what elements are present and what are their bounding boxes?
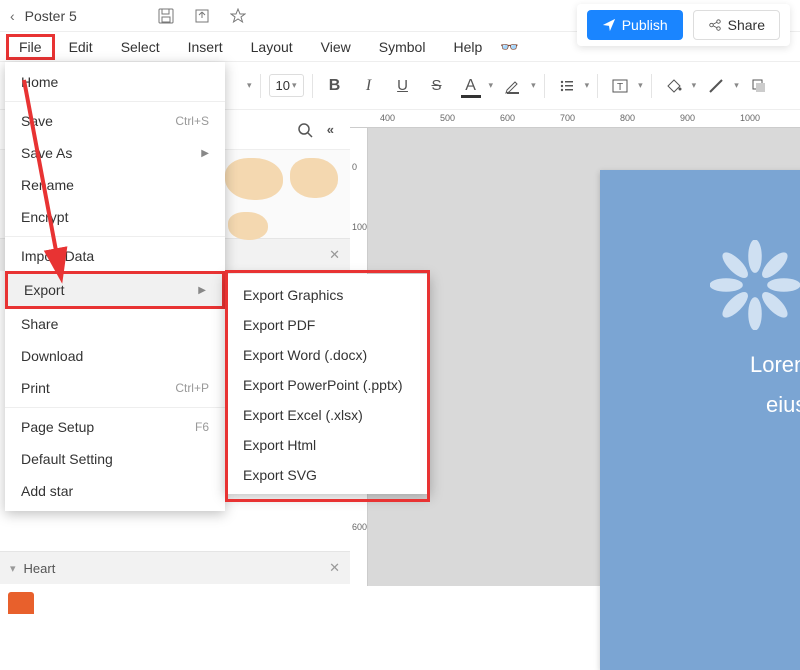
back-icon[interactable]: ‹ (10, 8, 15, 24)
file-home[interactable]: Home (5, 66, 225, 98)
bold-button[interactable]: B (321, 72, 349, 100)
export-quick-icon[interactable] (193, 7, 211, 25)
menu-insert[interactable]: Insert (174, 35, 237, 59)
close-icon[interactable]: ✕ (329, 560, 340, 576)
font-size-input[interactable]: 10▾ (269, 74, 304, 97)
page-canvas[interactable]: Loren eius (600, 170, 800, 670)
bullets-button[interactable] (553, 72, 581, 100)
shape-thumb[interactable] (8, 592, 34, 614)
menu-file[interactable]: File (6, 34, 55, 60)
separator (260, 74, 261, 98)
textbox-button[interactable]: T (606, 72, 634, 100)
file-add-star[interactable]: Add star (5, 475, 225, 507)
save-icon[interactable] (157, 7, 175, 25)
star-icon[interactable] (229, 7, 247, 25)
category-heart[interactable]: ▾ Heart ✕ (0, 551, 350, 584)
menu-symbol[interactable]: Symbol (365, 35, 440, 59)
menu-help[interactable]: Help (439, 35, 496, 59)
chevron-down-icon: ▾ (10, 562, 16, 575)
font-size-value: 10 (276, 78, 290, 93)
font-color-button[interactable]: A (457, 72, 485, 100)
close-icon[interactable]: ✕ (329, 247, 340, 263)
export-word[interactable]: Export Word (.docx) (225, 340, 430, 370)
publish-label: Publish (622, 17, 668, 33)
ruler-horizontal: 400 500 600 700 800 900 1000 (350, 110, 800, 128)
share-label: Share (728, 17, 765, 33)
fill-button[interactable] (660, 72, 688, 100)
search-icon[interactable] (297, 122, 313, 138)
document-title: Poster 5 (25, 8, 77, 24)
svg-text:T: T (617, 82, 623, 93)
italic-button[interactable]: I (355, 72, 383, 100)
export-submenu: Export Graphics Export PDF Export Word (… (225, 274, 430, 494)
share-button[interactable]: Share (693, 10, 780, 40)
menu-edit[interactable]: Edit (55, 35, 107, 59)
file-import-data[interactable]: Import Data (5, 240, 225, 272)
export-graphics[interactable]: Export Graphics (225, 280, 430, 310)
shadow-button[interactable] (745, 72, 773, 100)
binoculars-icon[interactable]: 👓 (500, 38, 519, 56)
file-share[interactable]: Share (5, 308, 225, 340)
strikethrough-button[interactable]: S (423, 72, 451, 100)
page-text: Loren eius (750, 345, 800, 424)
file-save[interactable]: SaveCtrl+S (5, 105, 225, 137)
file-save-as[interactable]: Save As▶ (5, 137, 225, 169)
menu-layout[interactable]: Layout (237, 35, 307, 59)
share-icon (708, 18, 722, 32)
export-excel[interactable]: Export Excel (.xlsx) (225, 400, 430, 430)
file-menu: Home SaveCtrl+S Save As▶ Rename Encrypt … (5, 62, 225, 511)
shape-thumb[interactable] (228, 212, 268, 240)
chevron-down-icon[interactable]: ▾ (247, 80, 252, 91)
export-powerpoint[interactable]: Export PowerPoint (.pptx) (225, 370, 430, 400)
line-button[interactable] (702, 72, 730, 100)
file-rename[interactable]: Rename (5, 169, 225, 201)
file-page-setup[interactable]: Page SetupF6 (5, 411, 225, 443)
menu-view[interactable]: View (307, 35, 365, 59)
header-buttons: Publish Share (577, 4, 790, 46)
export-html[interactable]: Export Html (225, 430, 430, 460)
category-label: Heart (24, 561, 56, 576)
highlight-button[interactable] (499, 72, 527, 100)
underline-button[interactable]: U (389, 72, 417, 100)
publish-button[interactable]: Publish (587, 10, 683, 40)
file-download[interactable]: Download (5, 340, 225, 372)
shape-thumb[interactable] (290, 158, 338, 198)
export-pdf[interactable]: Export PDF (225, 310, 430, 340)
file-default-setting[interactable]: Default Setting (5, 443, 225, 475)
file-print[interactable]: PrintCtrl+P (5, 372, 225, 404)
file-encrypt[interactable]: Encrypt (5, 201, 225, 233)
flower-graphic (710, 240, 800, 330)
collapse-icon[interactable]: « (327, 122, 334, 137)
file-export[interactable]: Export▶ (8, 274, 222, 306)
export-svg[interactable]: Export SVG (225, 460, 430, 490)
shape-thumb[interactable] (225, 158, 283, 200)
menu-select[interactable]: Select (107, 35, 174, 59)
send-icon (602, 18, 616, 32)
